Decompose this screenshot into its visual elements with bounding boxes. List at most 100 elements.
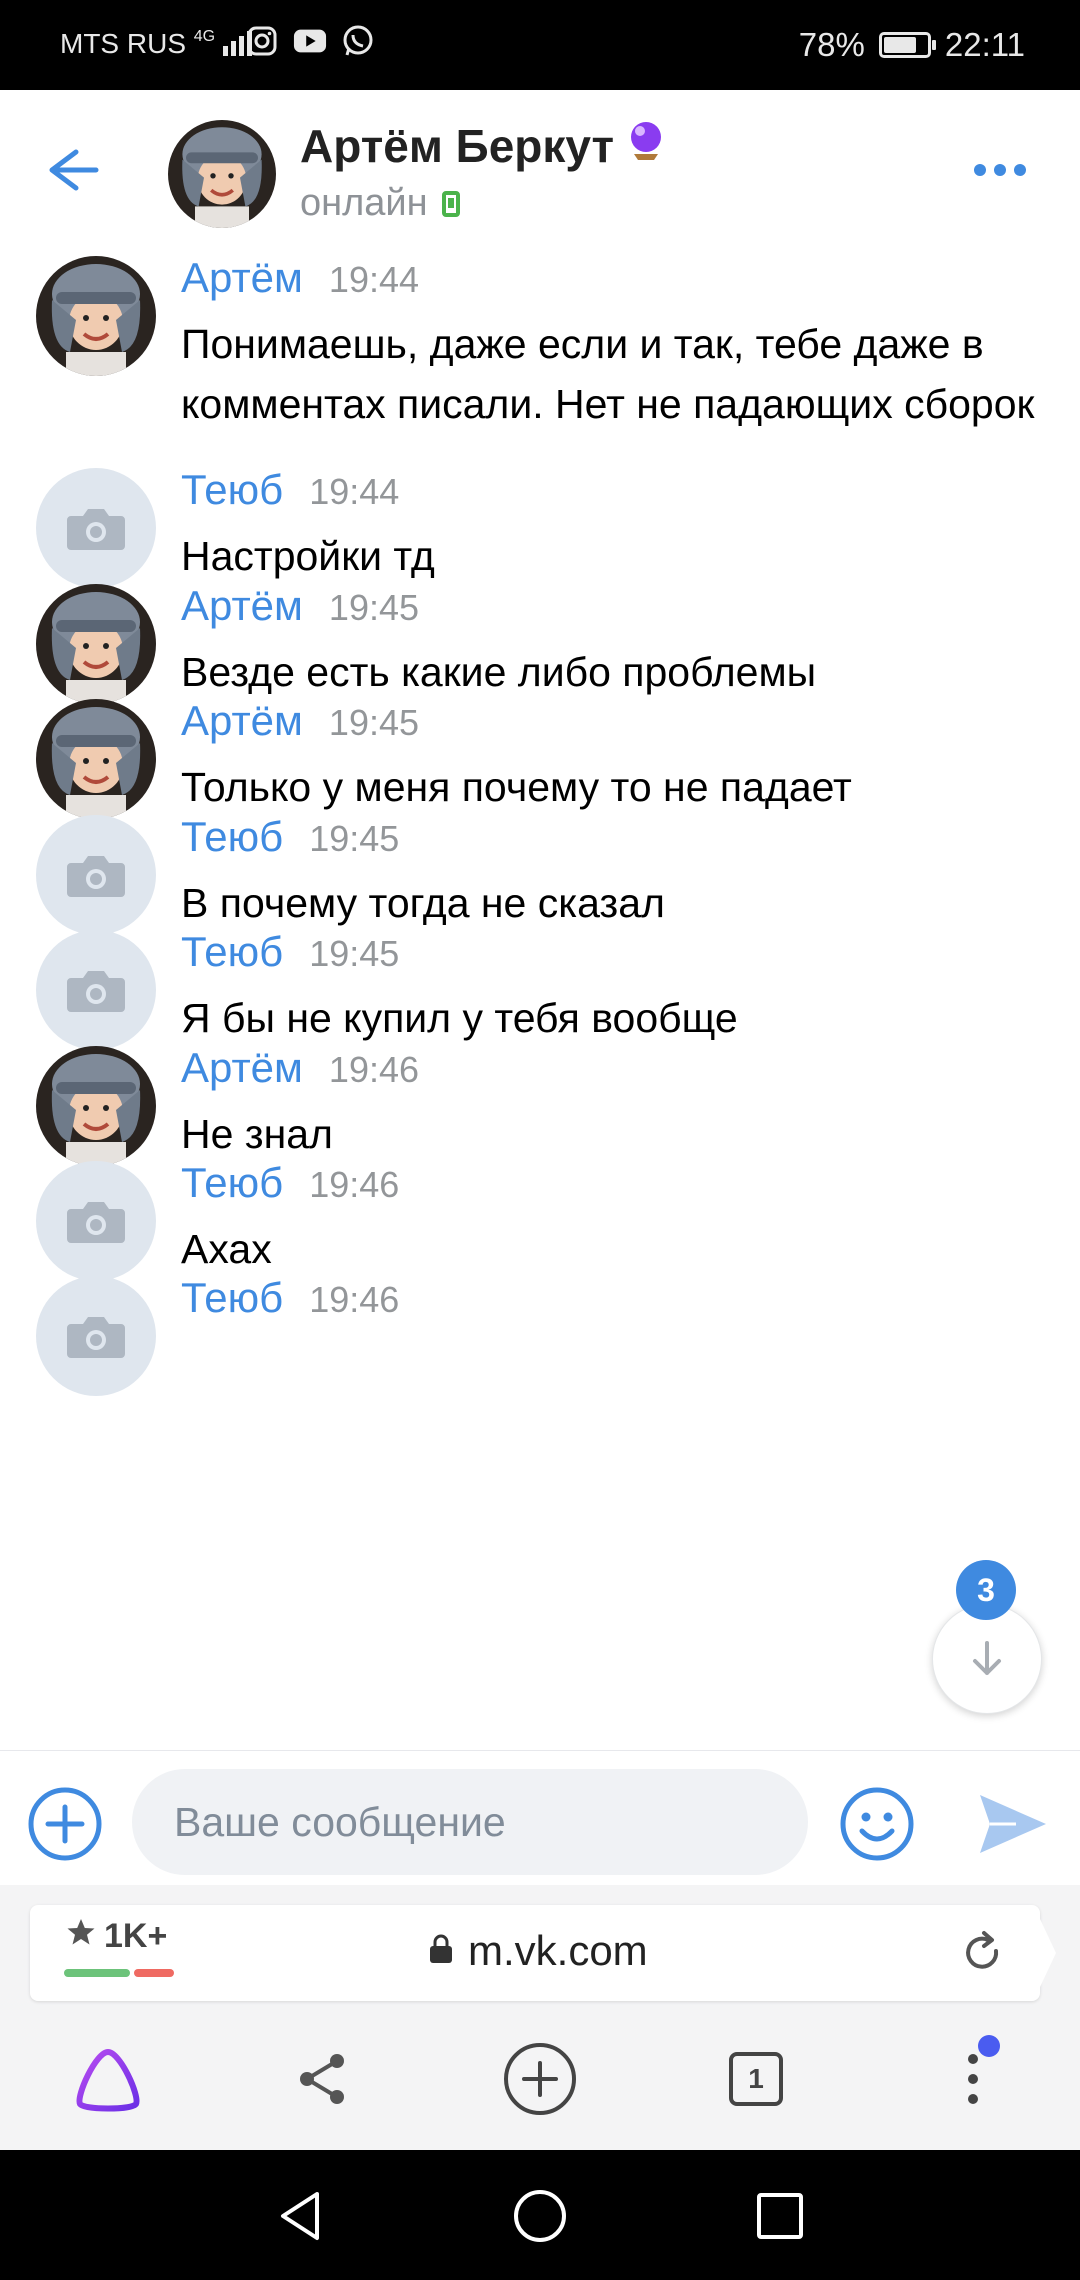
message-author[interactable]: Артём bbox=[181, 697, 303, 745]
camera-placeholder-avatar[interactable] bbox=[36, 930, 156, 1050]
avatar[interactable] bbox=[36, 584, 156, 704]
avatar[interactable] bbox=[36, 1046, 156, 1166]
avatar[interactable] bbox=[36, 256, 156, 376]
tab-count: 1 bbox=[748, 2063, 764, 2094]
browser-menu-button[interactable] bbox=[935, 2041, 1011, 2117]
avatar[interactable] bbox=[36, 699, 156, 819]
new-tab-button[interactable] bbox=[502, 2041, 578, 2117]
url-text: m.vk.com bbox=[468, 1927, 648, 1974]
camera-icon bbox=[65, 851, 127, 899]
triangle-back-icon bbox=[281, 2192, 319, 2240]
notification-dot bbox=[978, 2035, 1000, 2057]
message-time: 19:46 bbox=[309, 1279, 400, 1320]
smiley-icon bbox=[840, 1787, 914, 1861]
rating-bar-negative bbox=[134, 1969, 174, 1977]
alice-button[interactable] bbox=[70, 2041, 146, 2117]
reload-icon bbox=[966, 1931, 999, 1969]
message-composer bbox=[0, 1750, 1080, 1886]
camera-icon bbox=[65, 504, 127, 552]
camera-icon bbox=[65, 1312, 127, 1360]
back-button[interactable] bbox=[40, 140, 110, 200]
rating-bar bbox=[64, 1969, 174, 1977]
status-bar: MTS RUS 4G 78% 22:11 bbox=[0, 0, 1080, 90]
message-author[interactable]: Теюб bbox=[181, 1159, 283, 1207]
message-time: 19:44 bbox=[309, 471, 400, 512]
scroll-down-button[interactable] bbox=[932, 1604, 1042, 1714]
camera-icon bbox=[65, 1197, 127, 1245]
message-time: 19:45 bbox=[309, 818, 400, 859]
message-text: Только у меня почему то не падает bbox=[181, 764, 852, 810]
message-text: Не знал bbox=[181, 1111, 333, 1157]
message-author[interactable]: Артём bbox=[181, 254, 303, 302]
camera-placeholder-avatar[interactable] bbox=[36, 815, 156, 935]
whatsapp-icon bbox=[341, 24, 375, 58]
lock-icon bbox=[428, 1927, 454, 1975]
message-author[interactable]: Артём bbox=[181, 582, 303, 630]
message-author[interactable]: Теюб bbox=[181, 813, 283, 861]
carrier-label: MTS RUS 4G bbox=[60, 28, 259, 63]
instagram-icon bbox=[245, 24, 279, 58]
reload-button[interactable] bbox=[958, 1929, 1006, 1977]
message-author[interactable]: Теюб bbox=[181, 466, 283, 514]
child-photo-icon bbox=[36, 699, 156, 819]
share-icon bbox=[300, 2054, 344, 2104]
mobile-phone-icon bbox=[441, 190, 460, 217]
attach-button[interactable] bbox=[26, 1785, 104, 1863]
alice-icon bbox=[76, 2048, 140, 2112]
message-author[interactable]: Теюб bbox=[181, 928, 283, 976]
dot-icon bbox=[1014, 164, 1026, 176]
send-icon bbox=[980, 1795, 1046, 1853]
emoji-button[interactable] bbox=[838, 1785, 916, 1863]
child-photo-icon bbox=[36, 584, 156, 704]
chat-header: Артём Беркут онлайн bbox=[0, 90, 1080, 240]
system-back-button[interactable] bbox=[268, 2184, 332, 2248]
avatar[interactable] bbox=[168, 120, 276, 228]
contact-name-text: Артём Беркут bbox=[300, 119, 615, 172]
message-text: Я бы не купил у тебя вообще bbox=[181, 995, 738, 1041]
message-author[interactable]: Артём bbox=[181, 1044, 303, 1092]
message-text: Настройки тд bbox=[181, 533, 435, 579]
battery-icon bbox=[878, 32, 936, 58]
message-text: Понимаешь, даже если и так, тебе даже в … bbox=[181, 321, 1035, 427]
crystal-ball-icon bbox=[626, 118, 666, 173]
more-options-button[interactable] bbox=[960, 155, 1040, 185]
address-bar[interactable]: 1K+ m.vk.com bbox=[30, 1905, 1056, 2001]
child-photo-icon bbox=[168, 120, 276, 228]
carrier-name: MTS RUS bbox=[60, 28, 186, 59]
more-vertical-icon bbox=[968, 2054, 978, 2104]
message-time: 19:45 bbox=[309, 933, 400, 974]
message-text: В почему тогда не сказал bbox=[181, 880, 665, 926]
message-input[interactable] bbox=[132, 1769, 808, 1875]
camera-placeholder-avatar[interactable] bbox=[36, 468, 156, 588]
system-navigation-bar bbox=[0, 2150, 1080, 2280]
tabs-button[interactable]: 1 bbox=[718, 2041, 794, 2117]
arrow-down-icon bbox=[973, 1641, 1001, 1675]
clock: 22:11 bbox=[944, 26, 1025, 63]
camera-placeholder-avatar[interactable] bbox=[36, 1161, 156, 1281]
star-icon bbox=[66, 1917, 96, 1956]
contact-name[interactable]: Артём Беркут bbox=[300, 118, 666, 173]
site-rating[interactable]: 1K+ bbox=[66, 1917, 167, 1956]
message-time: 19:45 bbox=[328, 702, 420, 743]
message-author[interactable]: Теюб bbox=[181, 1274, 283, 1322]
message-text: Ахах bbox=[181, 1226, 272, 1272]
child-photo-icon bbox=[36, 256, 156, 376]
plus-circle-icon bbox=[28, 1787, 102, 1861]
system-home-button[interactable] bbox=[508, 2184, 572, 2248]
dot-icon bbox=[994, 164, 1006, 176]
rating-value: 1K+ bbox=[104, 1917, 168, 1955]
share-button[interactable] bbox=[284, 2041, 360, 2117]
browser-toolbar: 1 bbox=[0, 2005, 1080, 2150]
send-button[interactable] bbox=[976, 1789, 1050, 1859]
rating-bar-positive bbox=[64, 1969, 130, 1977]
child-photo-icon bbox=[36, 1046, 156, 1166]
online-status-text: онлайн bbox=[300, 182, 428, 224]
dot-icon bbox=[974, 164, 986, 176]
unread-count-badge: 3 bbox=[956, 1560, 1016, 1620]
circle-home-icon bbox=[514, 2190, 566, 2242]
message-list[interactable]: Артём 19:44 Понимаешь, даже если и так, те… bbox=[0, 240, 1080, 1750]
youtube-icon bbox=[293, 24, 327, 58]
camera-placeholder-avatar[interactable] bbox=[36, 1276, 156, 1396]
system-recents-button[interactable] bbox=[748, 2184, 812, 2248]
plus-circle-icon bbox=[504, 2043, 576, 2115]
